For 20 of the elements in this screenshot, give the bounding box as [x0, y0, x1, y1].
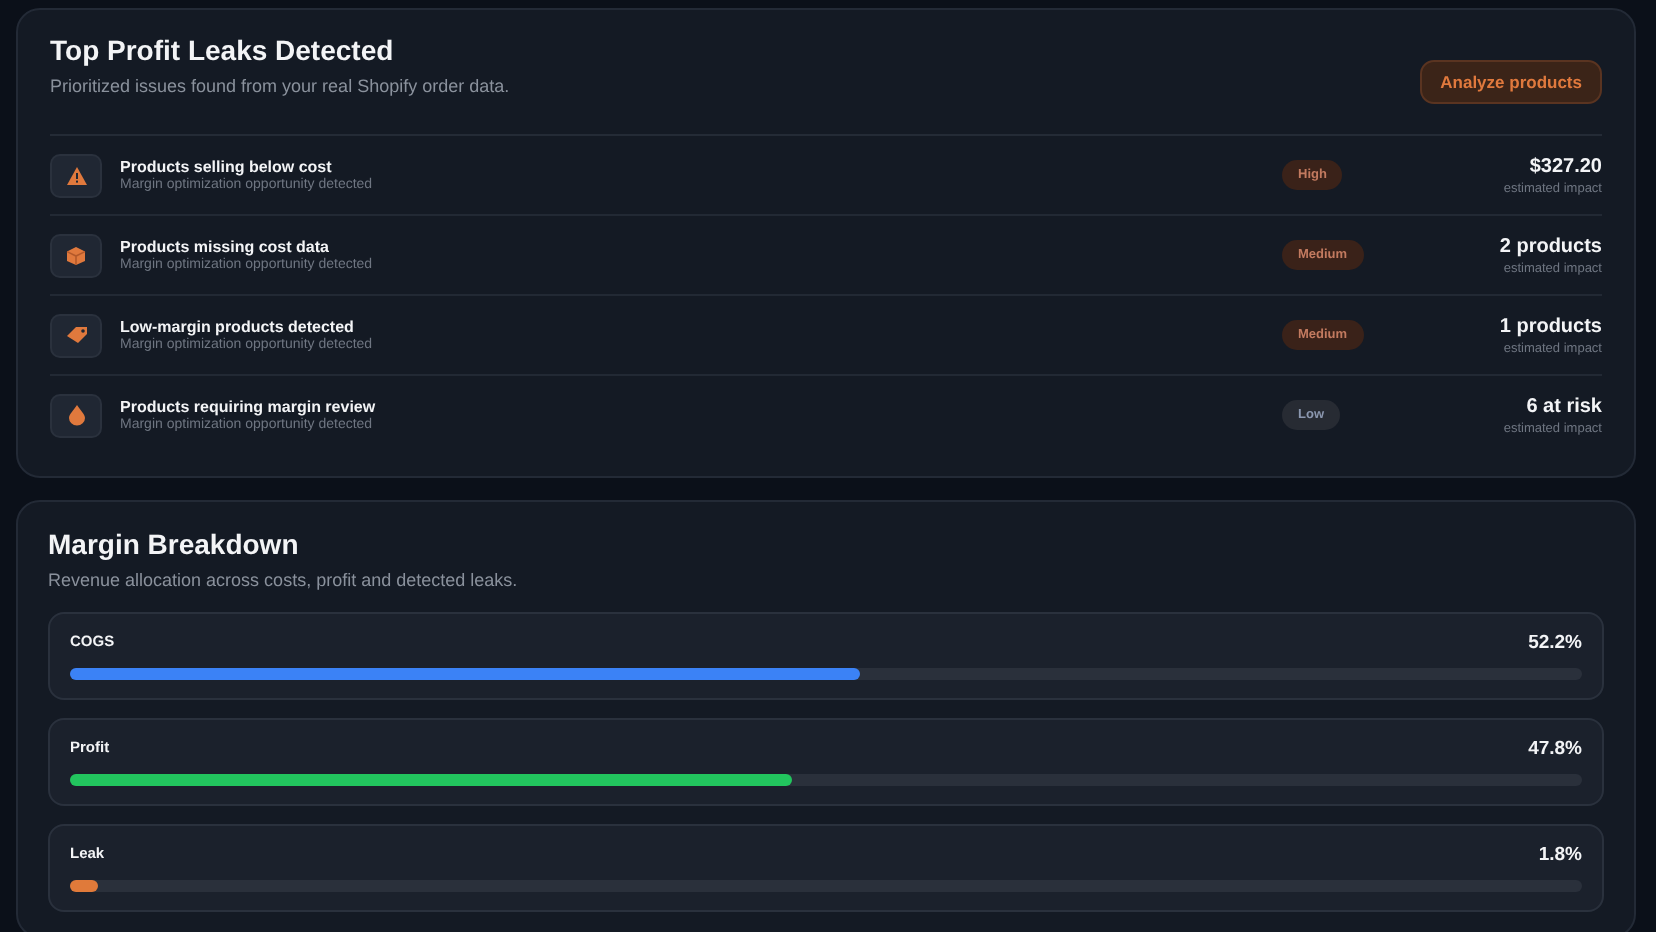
section-subtitle: Prioritized issues found from your real Shopify order data.: [50, 76, 510, 96]
leak-title: Low-margin products detected: [120, 318, 356, 336]
analyze-button[interactable]: Analyze products: [1420, 60, 1602, 104]
section-title: Margin Breakdown: [48, 528, 301, 560]
impact-value: 6 at risk: [1526, 395, 1602, 417]
box-icon: [66, 245, 86, 265]
impact-value: $327.20: [1529, 155, 1602, 177]
tag-icon: [65, 326, 87, 344]
leak-title: Products selling below cost: [120, 158, 334, 176]
leak-title: Products missing cost data: [120, 238, 331, 256]
leak-title: Products requiring margin review: [120, 398, 378, 416]
metric-value: 47.8%: [1528, 738, 1582, 760]
section-subtitle: Revenue allocation across costs, profit and detected leaks.: [48, 570, 520, 590]
warning-icon: [65, 165, 87, 185]
section-title: Top Profit Leaks Detected: [50, 34, 396, 66]
metric-value: 1.8%: [1538, 844, 1582, 866]
drop-icon: [67, 404, 85, 426]
impact-value: 2 products: [1499, 235, 1602, 257]
impact-value: 1 products: [1499, 315, 1602, 337]
metric-value: 52.2%: [1528, 632, 1582, 654]
